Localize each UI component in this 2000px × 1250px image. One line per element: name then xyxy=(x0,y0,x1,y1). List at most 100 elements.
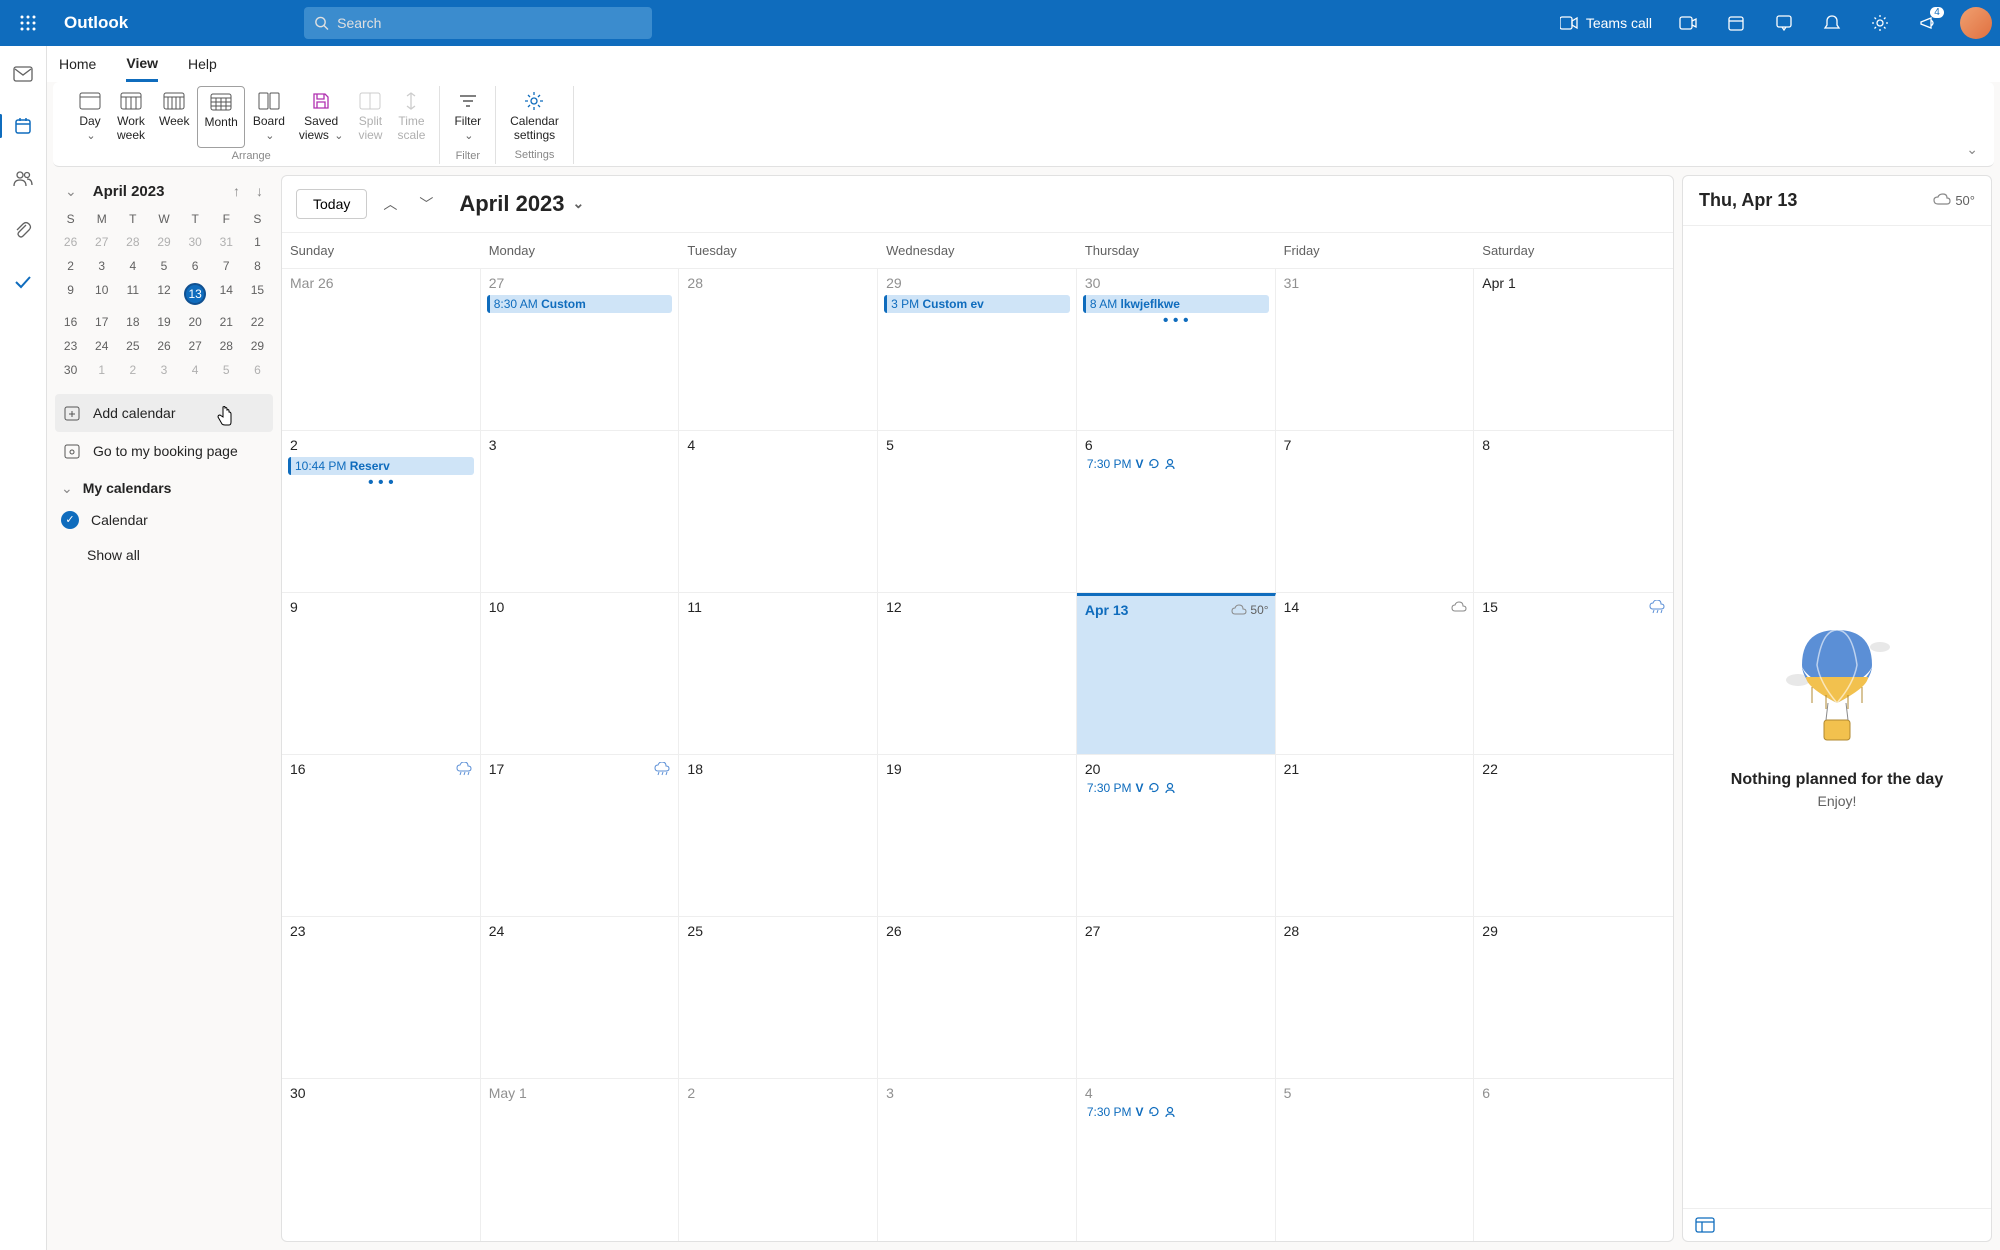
day-cell[interactable]: Apr 13 50° xyxy=(1077,593,1276,754)
mini-day[interactable]: 24 xyxy=(86,334,117,358)
calendar-event[interactable]: 7:30 PM V xyxy=(1083,1103,1269,1121)
day-cell[interactable]: 3 xyxy=(878,1079,1077,1241)
my-calendars-header[interactable]: ⌄ My calendars xyxy=(55,470,273,503)
day-cell[interactable]: 29 xyxy=(1474,917,1673,1078)
mini-day[interactable]: 3 xyxy=(148,358,179,382)
booking-page-button[interactable]: Go to my booking page xyxy=(55,432,273,470)
mini-day[interactable]: 14 xyxy=(211,278,242,310)
calendar-event[interactable]: 7:30 PM V xyxy=(1083,455,1269,473)
rail-calendar[interactable] xyxy=(5,108,41,144)
weather-badge[interactable]: 50° xyxy=(1231,603,1268,617)
mini-day[interactable]: 4 xyxy=(180,358,211,382)
app-launcher[interactable] xyxy=(8,3,48,43)
cal-next[interactable]: ﹀ xyxy=(413,188,439,220)
search-box[interactable] xyxy=(304,7,652,39)
mini-day[interactable]: 17 xyxy=(86,310,117,334)
day-cell[interactable]: 278:30 AM Custom xyxy=(481,269,680,430)
teams-call-button[interactable]: Teams call xyxy=(1550,15,1662,31)
mini-day[interactable]: 11 xyxy=(117,278,148,310)
day-cell[interactable]: 22 xyxy=(1474,755,1673,916)
day-cell[interactable]: 67:30 PM V xyxy=(1077,431,1276,592)
day-cell[interactable]: 15 xyxy=(1474,593,1673,754)
mini-day[interactable]: 9 xyxy=(55,278,86,310)
rail-files[interactable] xyxy=(5,212,41,248)
mini-day[interactable]: 30 xyxy=(55,358,86,382)
mini-day[interactable]: 23 xyxy=(55,334,86,358)
day-cell[interactable]: 18 xyxy=(679,755,878,916)
day-cell[interactable]: 47:30 PM V xyxy=(1077,1079,1276,1241)
day-cell[interactable]: 308 AM lkwjeflkwe• • • xyxy=(1077,269,1276,430)
rail-people[interactable] xyxy=(5,160,41,196)
tab-home[interactable]: Home xyxy=(59,48,96,80)
calendar-event[interactable]: 10:44 PM Reserv xyxy=(288,457,474,475)
show-all-button[interactable]: Show all xyxy=(55,537,273,573)
ribbon-work-week[interactable]: Work week xyxy=(111,86,151,148)
day-cell[interactable]: 25 xyxy=(679,917,878,1078)
mini-day[interactable]: 26 xyxy=(55,230,86,254)
day-cell[interactable]: 14 xyxy=(1276,593,1475,754)
mini-day[interactable]: 1 xyxy=(86,358,117,382)
more-events[interactable]: • • • xyxy=(1083,313,1269,329)
mini-day[interactable]: 5 xyxy=(148,254,179,278)
ribbon-day[interactable]: Day⌄ xyxy=(71,86,109,148)
tips-button[interactable] xyxy=(1762,1,1806,45)
day-cell[interactable]: 2 xyxy=(679,1079,878,1241)
rail-todo[interactable] xyxy=(5,264,41,300)
day-cell[interactable]: 26 xyxy=(878,917,1077,1078)
ribbon-saved-views[interactable]: Saved views ⌄ xyxy=(293,86,350,148)
ribbon-board[interactable]: Board⌄ xyxy=(247,86,291,148)
weather-icon[interactable] xyxy=(654,762,672,776)
day-cell[interactable]: 28 xyxy=(1276,917,1475,1078)
mini-day[interactable]: 27 xyxy=(86,230,117,254)
day-cell[interactable]: 28 xyxy=(679,269,878,430)
mini-day[interactable]: 29 xyxy=(242,334,273,358)
ribbon-month[interactable]: Month xyxy=(197,86,244,148)
calendar-event[interactable]: 8:30 AM Custom xyxy=(487,295,673,313)
day-cell[interactable]: 17 xyxy=(481,755,680,916)
notifications-button[interactable] xyxy=(1810,1,1854,45)
mini-day[interactable]: 28 xyxy=(211,334,242,358)
mini-day[interactable]: 5 xyxy=(211,358,242,382)
mini-next[interactable]: ↓ xyxy=(252,179,267,203)
ribbon-week[interactable]: Week xyxy=(153,86,195,148)
mini-day[interactable]: 31 xyxy=(211,230,242,254)
mini-day[interactable]: 7 xyxy=(211,254,242,278)
calendar-check-icon[interactable]: ✓ xyxy=(61,511,79,529)
day-cell[interactable]: 210:44 PM Reserv• • • xyxy=(282,431,481,592)
day-cell[interactable]: 27 xyxy=(1077,917,1276,1078)
mini-day[interactable]: 27 xyxy=(180,334,211,358)
search-input[interactable] xyxy=(337,15,642,31)
day-cell[interactable]: 8 xyxy=(1474,431,1673,592)
day-cell[interactable]: 4 xyxy=(679,431,878,592)
day-cell[interactable]: 3 xyxy=(481,431,680,592)
mini-day[interactable]: 1 xyxy=(242,230,273,254)
tab-help[interactable]: Help xyxy=(188,48,217,80)
day-cell[interactable]: 5 xyxy=(1276,1079,1475,1241)
day-cell[interactable]: 21 xyxy=(1276,755,1475,916)
day-cell[interactable]: 293 PM Custom ev xyxy=(878,269,1077,430)
today-button[interactable]: Today xyxy=(296,189,367,219)
weather-icon[interactable] xyxy=(456,762,474,776)
day-cell[interactable]: 19 xyxy=(878,755,1077,916)
more-events[interactable]: • • • xyxy=(288,475,474,491)
mini-day[interactable]: 8 xyxy=(242,254,273,278)
add-calendar-button[interactable]: Add calendar xyxy=(55,394,273,432)
mini-day[interactable]: 28 xyxy=(117,230,148,254)
day-cell[interactable]: 5 xyxy=(878,431,1077,592)
day-cell[interactable]: 16 xyxy=(282,755,481,916)
day-panel-weather[interactable]: 50° xyxy=(1933,193,1975,208)
ribbon-collapse[interactable]: ⌄ xyxy=(1960,135,1984,164)
calendar-event[interactable]: 3 PM Custom ev xyxy=(884,295,1070,313)
day-cell[interactable]: 12 xyxy=(878,593,1077,754)
my-day-button[interactable] xyxy=(1714,1,1758,45)
day-cell[interactable]: 23 xyxy=(282,917,481,1078)
day-cell[interactable]: 9 xyxy=(282,593,481,754)
weather-icon[interactable] xyxy=(1451,601,1467,613)
mini-day[interactable]: 2 xyxy=(55,254,86,278)
mini-day[interactable]: 6 xyxy=(242,358,273,382)
settings-button[interactable] xyxy=(1858,1,1902,45)
mini-day[interactable]: 3 xyxy=(86,254,117,278)
calendar-title[interactable]: April 2023 ⌄ xyxy=(459,191,584,217)
calendar-event[interactable]: 8 AM lkwjeflkwe xyxy=(1083,295,1269,313)
mini-day[interactable]: 22 xyxy=(242,310,273,334)
